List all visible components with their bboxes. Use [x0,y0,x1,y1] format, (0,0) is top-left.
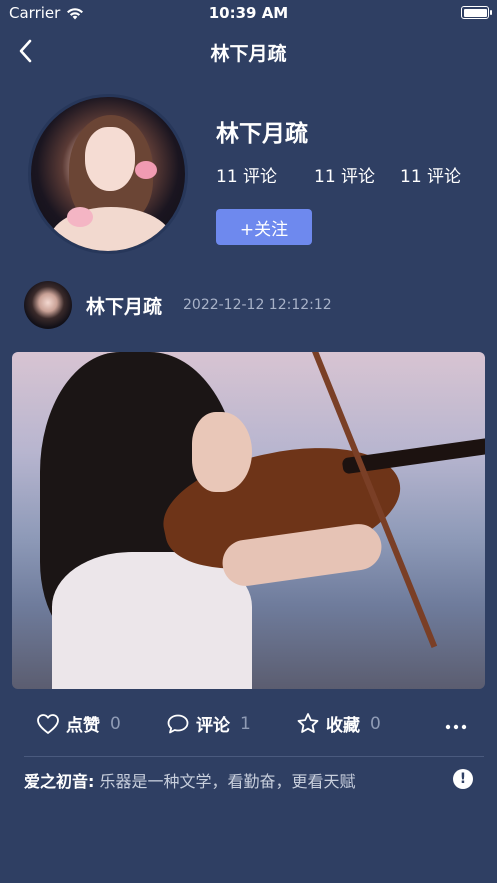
divider [24,756,484,757]
follow-button[interactable]: +关注 [216,209,312,245]
comment-label: 评论 [196,716,230,736]
stat-item[interactable]: 11 评论 [400,162,461,187]
post-image[interactable] [12,352,485,689]
stat-item[interactable]: 11 评论 [314,162,375,187]
comment-count: 1 [240,713,251,734]
post-actions: 点赞 0 评论 1 收藏 0 [0,705,497,745]
status-time: 10:39 AM [208,4,289,22]
post-author-avatar[interactable] [24,281,72,329]
navigation-bar: 林下月疏 [0,30,497,74]
post-timestamp: 2022-12-12 12:12:12 [183,297,332,313]
like-button[interactable]: 点赞 0 [36,711,121,736]
profile-name: 林下月疏 [216,121,308,147]
comment-user[interactable]: 爱之初音: [24,772,94,791]
favorite-button[interactable]: 收藏 0 [296,711,381,736]
comment-button[interactable]: 评论 1 [166,711,251,736]
favorite-label: 收藏 [326,716,360,736]
comment-item: 爱之初音: 乐器是一种文学，看勤奋，更看天赋 [24,768,356,792]
page-title: 林下月疏 [210,43,287,65]
post-author-name[interactable]: 林下月疏 [86,292,162,319]
heart-icon [37,713,59,734]
stat-item[interactable]: 11 评论 [216,162,277,187]
like-count: 0 [110,713,121,734]
status-bar: Carrier 10:39 AM [0,0,497,26]
comment-text: 乐器是一种文学，看勤奋，更看天赋 [99,772,356,791]
favorite-count: 0 [370,713,381,734]
battery-icon [461,6,492,19]
comment-icon [167,714,189,733]
profile-avatar [28,94,188,254]
more-icon [445,724,467,730]
more-button[interactable] [445,715,467,734]
star-icon [297,713,319,733]
profile-stats: 11 评论 11 评论 11 评论 [216,162,476,187]
report-icon[interactable]: ! [453,769,473,789]
like-label: 点赞 [66,716,100,736]
